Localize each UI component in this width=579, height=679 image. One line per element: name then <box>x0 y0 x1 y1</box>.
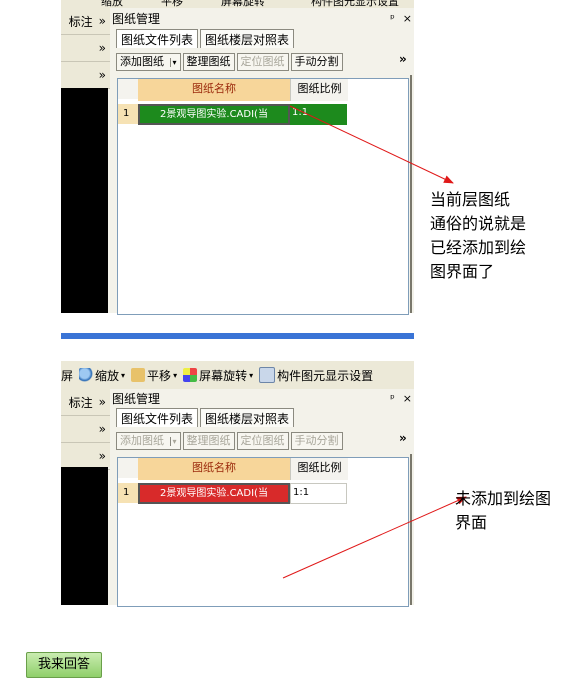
annotation-line: 当前层图纸 <box>430 190 511 209</box>
annotation-line: 已经添加到绘 <box>430 238 527 257</box>
answer-button[interactable]: 我来回答 <box>26 652 102 678</box>
top-annotation-text: 当前层图纸 通俗的说就是 已经添加到绘 图界面了 <box>430 188 526 284</box>
bottom-annotation-arrow <box>282 496 467 579</box>
annotation-line: 通俗的说就是 <box>430 214 527 233</box>
annotation-line: 界面 <box>455 513 488 532</box>
top-annotation-arrow <box>289 105 454 184</box>
annotation-line: 未添加到绘图 <box>455 489 552 508</box>
annotation-arrows <box>282 105 467 579</box>
bottom-annotation-text: 未添加到绘图 界面 <box>455 487 551 535</box>
annotation-line: 图界面了 <box>430 262 495 281</box>
